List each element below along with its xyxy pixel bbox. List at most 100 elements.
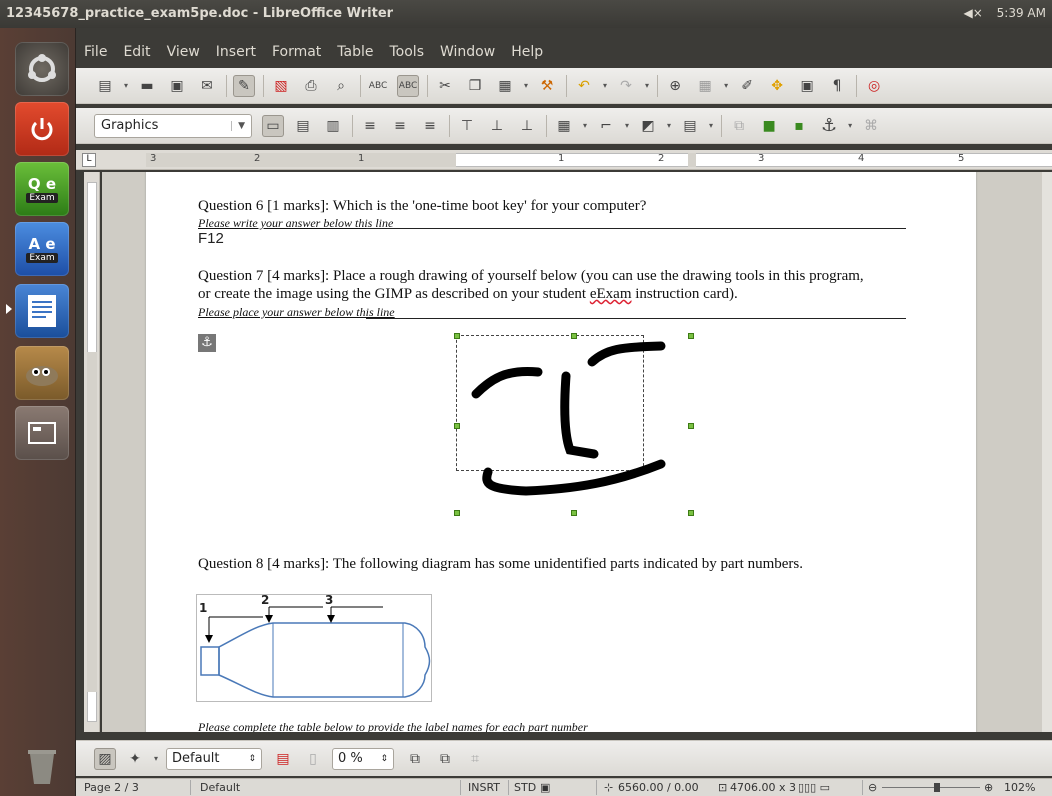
copy-icon[interactable]: ❐	[464, 75, 486, 97]
menu-insert[interactable]: Insert	[216, 44, 256, 60]
bottle-diagram[interactable]: 1 2 3	[196, 593, 432, 702]
self-portrait-drawing[interactable]	[446, 324, 706, 524]
paste-dropdown-icon[interactable]: ▾	[524, 81, 528, 90]
resize-handle[interactable]	[454, 510, 460, 516]
show-draw-functions-icon[interactable]: ✐	[736, 75, 758, 97]
align-bottom-icon[interactable]: ⊥	[516, 115, 538, 137]
clone-format-icon[interactable]: ⚒	[536, 75, 558, 97]
email-icon[interactable]: ✉	[196, 75, 218, 97]
graphics-mode-combo[interactable]: Default ⇕	[166, 747, 263, 770]
trash-launcher[interactable]	[15, 738, 69, 792]
border-color-icon[interactable]: ◩	[637, 115, 659, 137]
style-combo[interactable]: Graphics ▼	[94, 113, 252, 138]
table-dropdown-icon[interactable]: ▾	[724, 81, 728, 90]
formatting-marks-icon[interactable]: ¶	[826, 75, 848, 97]
print-preview-icon[interactable]: ⌕	[330, 75, 352, 97]
redo-dropdown-icon[interactable]: ▾	[645, 81, 649, 90]
resize-handle[interactable]	[688, 333, 694, 339]
zoom-in-icon[interactable]: ⊕	[984, 781, 993, 794]
background-dropdown-icon[interactable]: ▾	[709, 121, 713, 130]
page-indicator[interactable]: Page 2 / 3	[84, 781, 139, 794]
page-style[interactable]: Default	[200, 781, 240, 794]
table-icon[interactable]: ▦	[694, 75, 716, 97]
paste-icon[interactable]: ▦	[494, 75, 516, 97]
menu-table[interactable]: Table	[337, 44, 373, 60]
color-icon[interactable]: ▤	[272, 748, 294, 770]
export-pdf-icon[interactable]: ▧	[270, 75, 292, 97]
resize-handle[interactable]	[688, 510, 694, 516]
resize-handle[interactable]	[688, 423, 694, 429]
bring-to-front-icon[interactable]: ■	[758, 115, 780, 137]
insert-mode[interactable]: INSRT	[468, 781, 500, 794]
misspelled-word[interactable]: eExam	[590, 286, 632, 302]
zoom-slider[interactable]	[882, 787, 980, 788]
volume-icon[interactable]: ◀×	[964, 6, 983, 20]
background-color-icon[interactable]: ▤	[679, 115, 701, 137]
line-style-dropdown-icon[interactable]: ▾	[625, 121, 629, 130]
edit-mode-icon[interactable]: ✎	[233, 74, 256, 97]
anchor-dropdown-icon[interactable]: ▾	[848, 121, 852, 130]
menu-file[interactable]: File	[84, 44, 107, 60]
autospellcheck-icon[interactable]: ABC	[397, 74, 420, 97]
align-middle-icon[interactable]: ⊥	[486, 115, 508, 137]
resize-handle[interactable]	[571, 510, 577, 516]
open-folder-icon[interactable]: ▬	[136, 75, 158, 97]
line-style-icon[interactable]: ⌐	[595, 115, 617, 137]
navigator-icon[interactable]: ✥	[766, 75, 788, 97]
optimal-wrap-icon[interactable]: ▥	[322, 115, 344, 137]
flip-horizontal-icon[interactable]: ⧉	[434, 748, 456, 770]
print-icon[interactable]: ⎙	[300, 75, 322, 97]
link-frames-icon[interactable]: ⧉	[728, 115, 750, 137]
document-area[interactable]: Question 6 [1 marks]: Which is the 'one-…	[102, 172, 1042, 732]
image-filter-icon[interactable]: ▨	[94, 747, 116, 770]
gallery-icon[interactable]: ▣	[796, 75, 818, 97]
resize-handle[interactable]	[571, 333, 577, 339]
document-modified-icon[interactable]: ▣	[540, 781, 550, 794]
workspace-switcher[interactable]	[15, 406, 69, 460]
filter-dropdown-icon[interactable]: ▾	[154, 754, 158, 763]
vertical-ruler[interactable]	[84, 172, 100, 732]
new-dropdown-icon[interactable]: ▾	[124, 81, 128, 90]
align-right-icon[interactable]: ≡	[419, 115, 441, 137]
menu-window[interactable]: Window	[440, 44, 495, 60]
clock[interactable]: 5:39 AM	[997, 6, 1046, 20]
send-to-back-icon[interactable]: ▪	[788, 115, 810, 137]
anchor-icon[interactable]: ⚓	[198, 334, 216, 352]
horizontal-ruler[interactable]: L 3 2 1 1 2 3 4 5	[76, 150, 1052, 170]
gimp-launcher[interactable]	[15, 346, 69, 400]
hyperlink-icon[interactable]: ⊕	[664, 75, 686, 97]
zoom-level[interactable]: 102%	[1004, 781, 1035, 794]
menu-view[interactable]: View	[167, 44, 200, 60]
save-icon[interactable]: ▣	[166, 75, 188, 97]
zoom-out-icon[interactable]: ⊖	[868, 781, 877, 794]
menu-help[interactable]: Help	[511, 44, 543, 60]
align-left-icon[interactable]: ≡	[359, 115, 381, 137]
new-document-icon[interactable]: ▤	[94, 75, 116, 97]
wrap-off-icon[interactable]: ▭	[262, 114, 284, 137]
qe-exam-launcher[interactable]: Q e Exam	[15, 162, 69, 216]
borders-dropdown-icon[interactable]: ▾	[583, 121, 587, 130]
flip-vertical-icon[interactable]: ⧉	[404, 748, 426, 770]
vertical-scrollbar[interactable]	[1042, 172, 1052, 732]
tab-stop-selector[interactable]: L	[82, 153, 96, 167]
dash-home-button[interactable]	[15, 42, 69, 96]
document-page[interactable]: Question 6 [1 marks]: Which is the 'one-…	[146, 172, 976, 732]
menu-edit[interactable]: Edit	[123, 44, 150, 60]
resize-handle[interactable]	[454, 333, 460, 339]
crop-icon[interactable]: ⌗	[464, 748, 486, 770]
q6-answer[interactable]: F12	[198, 230, 224, 247]
align-center-icon[interactable]: ≡	[389, 115, 411, 137]
shutdown-button[interactable]	[15, 102, 69, 156]
writer-launcher[interactable]	[15, 284, 69, 338]
spellcheck-icon[interactable]: ABC	[367, 75, 389, 97]
view-layout-icon[interactable]: ▯▯▯ ▭	[798, 781, 830, 794]
redo-icon[interactable]: ↷	[615, 75, 637, 97]
border-color-dropdown-icon[interactable]: ▾	[667, 121, 671, 130]
resize-handle[interactable]	[454, 423, 460, 429]
ae-exam-launcher[interactable]: A e Exam	[15, 222, 69, 276]
filter-wand-icon[interactable]: ✦	[124, 748, 146, 770]
transparency-field[interactable]: 0 % ⇕	[332, 747, 395, 770]
frame-properties-icon[interactable]: ⌘	[860, 115, 882, 137]
selection-mode[interactable]: STD	[514, 781, 536, 794]
undo-dropdown-icon[interactable]: ▾	[603, 81, 607, 90]
